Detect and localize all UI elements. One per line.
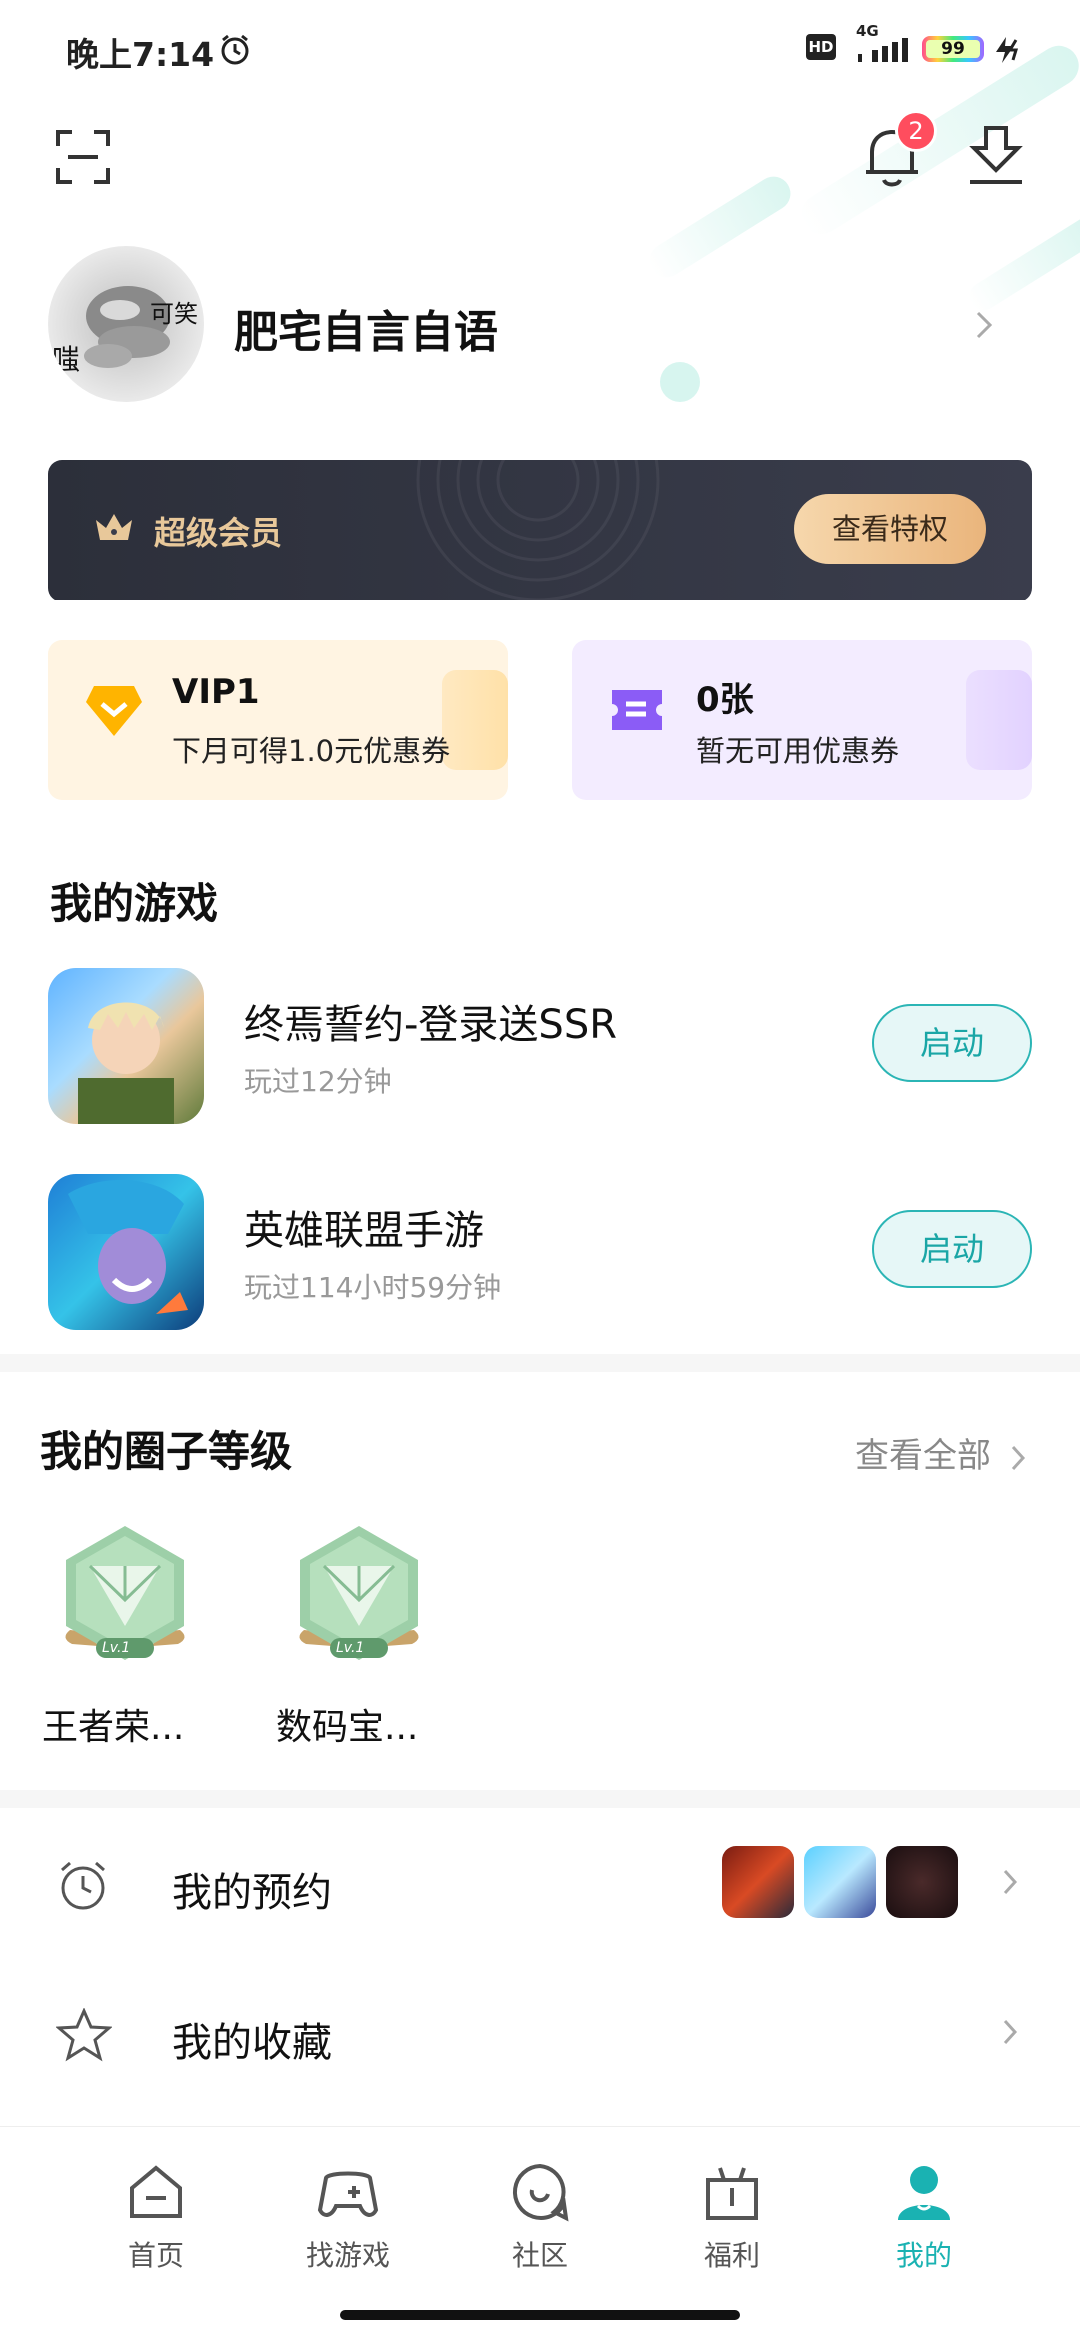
game-row[interactable]: 英雄联盟手游 玩过114小时59分钟 启动 <box>0 1166 1080 1346</box>
reserved-game-thumb <box>804 1846 876 1918</box>
decor-block <box>966 670 1032 770</box>
community-icon <box>513 2163 569 2222</box>
my-reservations-row[interactable]: 我的预约 <box>0 1820 1080 1950</box>
game-name[interactable]: 英雄联盟手游 <box>244 1198 484 1256</box>
launch-button[interactable]: 启动 <box>872 1004 1032 1082</box>
game-name[interactable]: 终焉誓约-登录送SSR <box>244 992 617 1050</box>
game-playtime: 玩过12分钟 <box>244 1065 392 1098</box>
view-privileges-button[interactable]: 查看特权 <box>794 494 986 564</box>
circle-name: 数码宝... <box>276 1707 419 1748</box>
vip-level-card[interactable]: VIP1 下月可得1.0元优惠券 <box>48 640 508 800</box>
battery-indicator: 99 <box>922 36 984 62</box>
decor-stroke <box>963 212 1080 316</box>
vip-coupon-note: 下月可得1.0元优惠券 <box>172 734 451 768</box>
circle-level-text: Lv.1 <box>336 1640 365 1656</box>
status-time: 晚上7:14 <box>66 35 215 74</box>
nav-welfare[interactable]: 福利 <box>662 2160 802 2274</box>
my-games-title: 我的游戏 <box>50 879 219 928</box>
reserved-game-thumb <box>722 1846 794 1918</box>
reserved-game-thumb <box>886 1846 958 1918</box>
signal-icon <box>856 36 914 68</box>
avatar[interactable]: 可笑 嗤 <box>48 246 204 402</box>
chevron-right-icon <box>1003 1869 1018 1895</box>
avatar-text: 可笑 <box>150 300 198 328</box>
circle-level-badge[interactable]: Lv.1 王者荣... <box>40 1520 210 1748</box>
nav-label: 社区 <box>511 2239 568 2272</box>
game-icon[interactable] <box>48 968 204 1124</box>
nav-label: 我的 <box>895 2239 952 2272</box>
coupon-note: 暂无可用优惠券 <box>696 734 900 768</box>
game-row[interactable]: 终焉誓约-登录送SSR 玩过12分钟 启动 <box>0 960 1080 1140</box>
username[interactable]: 肥宅自言自语 <box>234 296 498 360</box>
view-all-label: 查看全部 <box>855 1436 991 1476</box>
decor-stroke <box>643 170 797 284</box>
user-icon <box>898 2166 950 2220</box>
circle-level-badge[interactable]: Lv.1 数码宝... <box>274 1520 444 1748</box>
nav-label: 首页 <box>127 2239 184 2272</box>
charging-icon <box>992 34 1024 70</box>
section-divider <box>0 1790 1080 1808</box>
decor-dot <box>660 362 700 402</box>
decor-block <box>442 670 508 770</box>
circle-level-text: Lv.1 <box>102 1640 131 1656</box>
home-icon <box>130 2165 182 2218</box>
chevron-right-icon[interactable] <box>974 310 994 344</box>
row-label: 我的预约 <box>172 1870 332 1916</box>
chevron-right-icon <box>1003 2019 1018 2045</box>
view-all-link[interactable]: 查看全部 <box>855 1428 1026 1477</box>
coupon-card[interactable]: 0张 暂无可用优惠券 <box>572 640 1032 800</box>
nav-mine[interactable]: 我的 <box>854 2160 994 2274</box>
nav-community[interactable]: 社区 <box>470 2160 610 2274</box>
download-icon[interactable] <box>966 124 1026 190</box>
gift-icon <box>706 2167 758 2220</box>
my-favorites-row[interactable]: 我的收藏 <box>0 1970 1080 2100</box>
gamepad-icon <box>317 2171 379 2217</box>
coupon-count: 0张 <box>696 680 754 720</box>
game-icon[interactable] <box>48 1174 204 1330</box>
avatar-text: 嗤 <box>52 343 81 376</box>
launch-button[interactable]: 启动 <box>872 1210 1032 1288</box>
circle-name: 王者荣... <box>42 1707 185 1748</box>
hd-badge: HD <box>806 34 836 60</box>
section-divider <box>0 1354 1080 1372</box>
nav-find-games[interactable]: 找游戏 <box>278 2160 418 2274</box>
circle-levels-title: 我的圈子等级 <box>40 1427 293 1476</box>
nav-label: 找游戏 <box>305 2239 390 2272</box>
row-label: 我的收藏 <box>172 2020 332 2066</box>
vip-level: VIP1 <box>172 672 260 712</box>
game-playtime: 玩过114小时59分钟 <box>244 1271 502 1304</box>
nav-label: 福利 <box>703 2239 760 2272</box>
alarm-icon <box>218 32 252 70</box>
home-indicator[interactable] <box>340 2310 740 2320</box>
scan-icon[interactable] <box>56 130 110 188</box>
crown-icon <box>92 510 136 550</box>
nav-home[interactable]: 首页 <box>86 2160 226 2274</box>
vip-title: 超级会员 <box>154 514 283 552</box>
notification-count-badge: 2 <box>895 110 937 152</box>
